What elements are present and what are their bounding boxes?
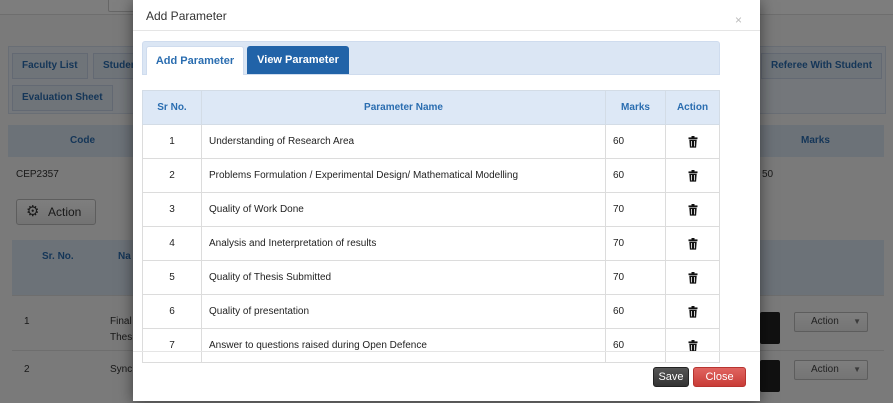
parameter-table: Sr No. Parameter Name Marks Action 1 Unde… [142,90,720,363]
row-action [665,226,720,261]
table-row: 5 Quality of Thesis Submitted 70 [142,260,720,295]
table-header-row: Sr No. Parameter Name Marks Action [142,90,720,125]
row-marks: 60 [605,294,666,329]
col-marks: Marks [605,90,666,125]
row-action [665,260,720,295]
row-marks: 60 [605,124,666,159]
row-action [665,294,720,329]
row-parameter-name: Quality of Work Done [201,192,606,227]
row-parameter-name: Quality of presentation [201,294,606,329]
row-parameter-name: Analysis and Ineterpretation of results [201,226,606,261]
row-sr-no: 2 [142,158,202,193]
modal-title: Add Parameter [146,9,227,23]
row-action [665,192,720,227]
row-marks: 60 [605,158,666,193]
row-sr-no: 3 [142,192,202,227]
row-sr-no: 1 [142,124,202,159]
row-marks: 70 [605,226,666,261]
row-marks: 70 [605,192,666,227]
col-parameter-name: Parameter Name [201,90,606,125]
row-parameter-name: Problems Formulation / Experimental Desi… [201,158,606,193]
row-action [665,124,720,159]
modal-header: Add Parameter × [133,0,760,31]
close-icon[interactable]: × [735,14,742,26]
row-action [665,158,720,193]
parameter-rows: 1 Understanding of Research Area 60 2 Proble… [142,124,720,363]
add-parameter-modal: Add Parameter × Add Parameter View Param… [133,0,760,401]
row-marks: 70 [605,260,666,295]
trash-icon[interactable] [688,169,698,182]
row-sr-no: 6 [142,294,202,329]
row-parameter-name: Quality of Thesis Submitted [201,260,606,295]
close-button[interactable]: Close [693,367,746,387]
table-row: 4 Analysis and Ineterpretation of results… [142,226,720,261]
modal-tab-bar: Add Parameter View Parameter [142,41,720,75]
trash-icon[interactable] [688,339,698,352]
row-sr-no: 4 [142,226,202,261]
tab-view-parameter[interactable]: View Parameter [247,46,349,74]
col-sr-no: Sr No. [142,90,202,125]
table-row: 1 Understanding of Research Area 60 [142,124,720,159]
modal-footer: Save Close [133,351,760,402]
tab-add-parameter[interactable]: Add Parameter [146,46,244,75]
trash-icon[interactable] [688,135,698,148]
table-row: 3 Quality of Work Done 70 [142,192,720,227]
trash-icon[interactable] [688,271,698,284]
row-sr-no: 5 [142,260,202,295]
save-button[interactable]: Save [653,367,689,387]
col-action: Action [665,90,720,125]
table-row: 2 Problems Formulation / Experimental Des… [142,158,720,193]
trash-icon[interactable] [688,237,698,250]
trash-icon[interactable] [688,305,698,318]
table-row: 6 Quality of presentation 60 [142,294,720,329]
row-parameter-name: Understanding of Research Area [201,124,606,159]
trash-icon[interactable] [688,203,698,216]
